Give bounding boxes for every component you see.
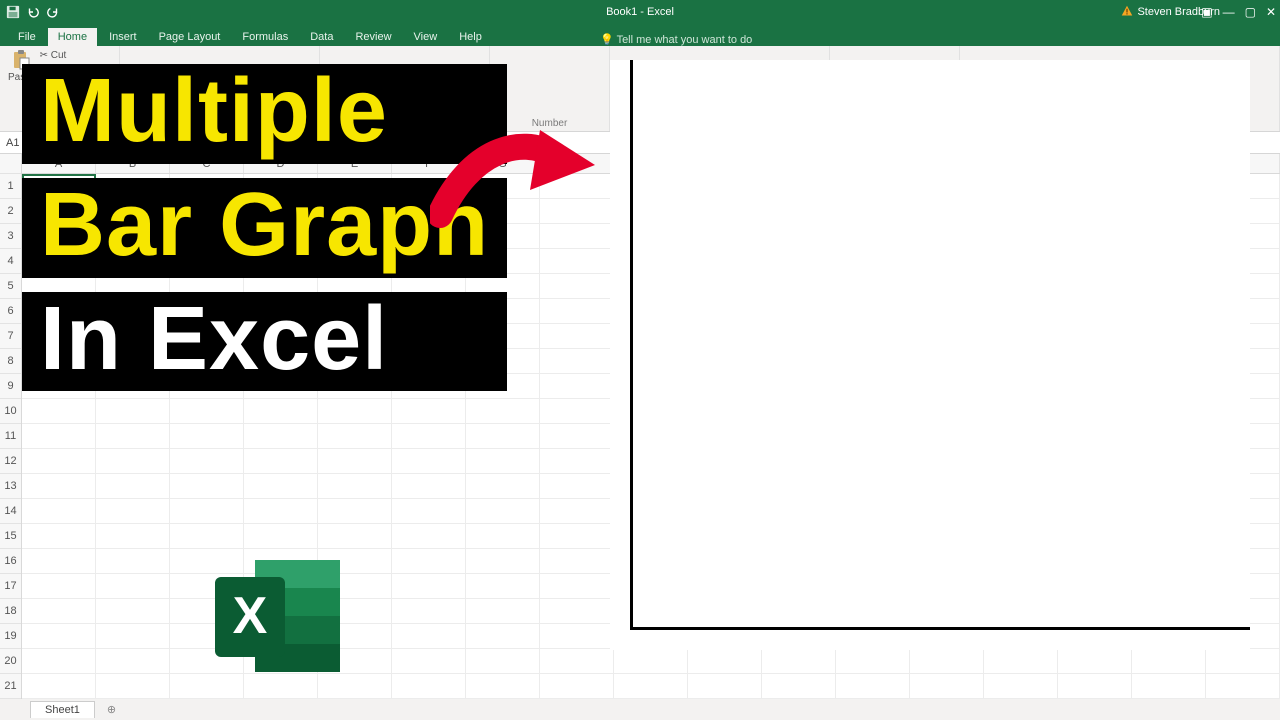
sheet-tab-1[interactable]: Sheet1 [30, 701, 95, 718]
sheet-tabs: Sheet1 ⊕ [0, 698, 1280, 720]
maximize-icon[interactable]: ▢ [1245, 5, 1256, 19]
tab-review[interactable]: Review [345, 28, 401, 46]
excel-logo-icon: X [210, 555, 350, 680]
row-header[interactable]: 21 [0, 674, 21, 699]
row-headers[interactable]: 123456789101112131415161718192021 [0, 154, 22, 698]
row-header[interactable]: 14 [0, 499, 21, 524]
row-header[interactable]: 13 [0, 474, 21, 499]
window-title: Book1 - Excel [606, 6, 674, 18]
svg-text:X: X [233, 587, 268, 645]
warning-icon [1121, 5, 1133, 20]
title-line-3: In Excel [22, 292, 507, 392]
tell-me[interactable]: 💡 Tell me what you want to do [600, 33, 752, 46]
tab-formulas[interactable]: Formulas [232, 28, 298, 46]
row-header[interactable]: 6 [0, 299, 21, 324]
row-header[interactable]: 11 [0, 424, 21, 449]
x-axis [630, 627, 1250, 630]
row-header[interactable]: 2 [0, 199, 21, 224]
row-header[interactable]: 8 [0, 349, 21, 374]
ribbon-group-number: Number [490, 46, 610, 131]
red-arrow-icon [430, 120, 600, 240]
quick-access-toolbar [0, 5, 60, 19]
tab-insert[interactable]: Insert [99, 28, 147, 46]
bar-chart [610, 60, 1250, 650]
cut-button[interactable]: ✂ Cut [40, 50, 111, 61]
tab-home[interactable]: Home [48, 28, 97, 46]
tab-data[interactable]: Data [300, 28, 343, 46]
tab-file[interactable]: File [8, 28, 46, 46]
redo-icon[interactable] [46, 5, 60, 19]
row-header[interactable]: 20 [0, 649, 21, 674]
add-sheet-button[interactable]: ⊕ [99, 703, 124, 716]
row-header[interactable]: 12 [0, 449, 21, 474]
save-icon[interactable] [6, 5, 20, 19]
close-icon[interactable]: ✕ [1266, 5, 1276, 19]
ribbon-tabs: File Home Insert Page Layout Formulas Da… [0, 24, 1280, 46]
row-header[interactable]: 15 [0, 524, 21, 549]
undo-icon[interactable] [26, 5, 40, 19]
row-header[interactable]: 4 [0, 249, 21, 274]
scissors-icon: ✂ [40, 50, 48, 61]
row-header[interactable]: 3 [0, 224, 21, 249]
row-header[interactable]: 10 [0, 399, 21, 424]
row-header[interactable]: 7 [0, 324, 21, 349]
chart-bars [630, 60, 1250, 627]
row-header[interactable]: 18 [0, 599, 21, 624]
ribbon-options-icon[interactable]: ▣ [1201, 5, 1212, 19]
tab-view[interactable]: View [404, 28, 448, 46]
row-header[interactable]: 5 [0, 274, 21, 299]
minimize-icon[interactable]: — [1223, 5, 1235, 19]
row-header[interactable]: 19 [0, 624, 21, 649]
row-header[interactable]: 16 [0, 549, 21, 574]
lightbulb-icon: 💡 [600, 34, 614, 46]
row-header[interactable]: 1 [0, 174, 21, 199]
titlebar: Book1 - Excel Steven Bradburn ▣ — ▢ ✕ [0, 0, 1280, 24]
window-buttons: ▣ — ▢ ✕ [1201, 5, 1276, 19]
row-header[interactable]: 9 [0, 374, 21, 399]
tab-help[interactable]: Help [449, 28, 492, 46]
tab-page-layout[interactable]: Page Layout [149, 28, 231, 46]
row-header[interactable]: 17 [0, 574, 21, 599]
